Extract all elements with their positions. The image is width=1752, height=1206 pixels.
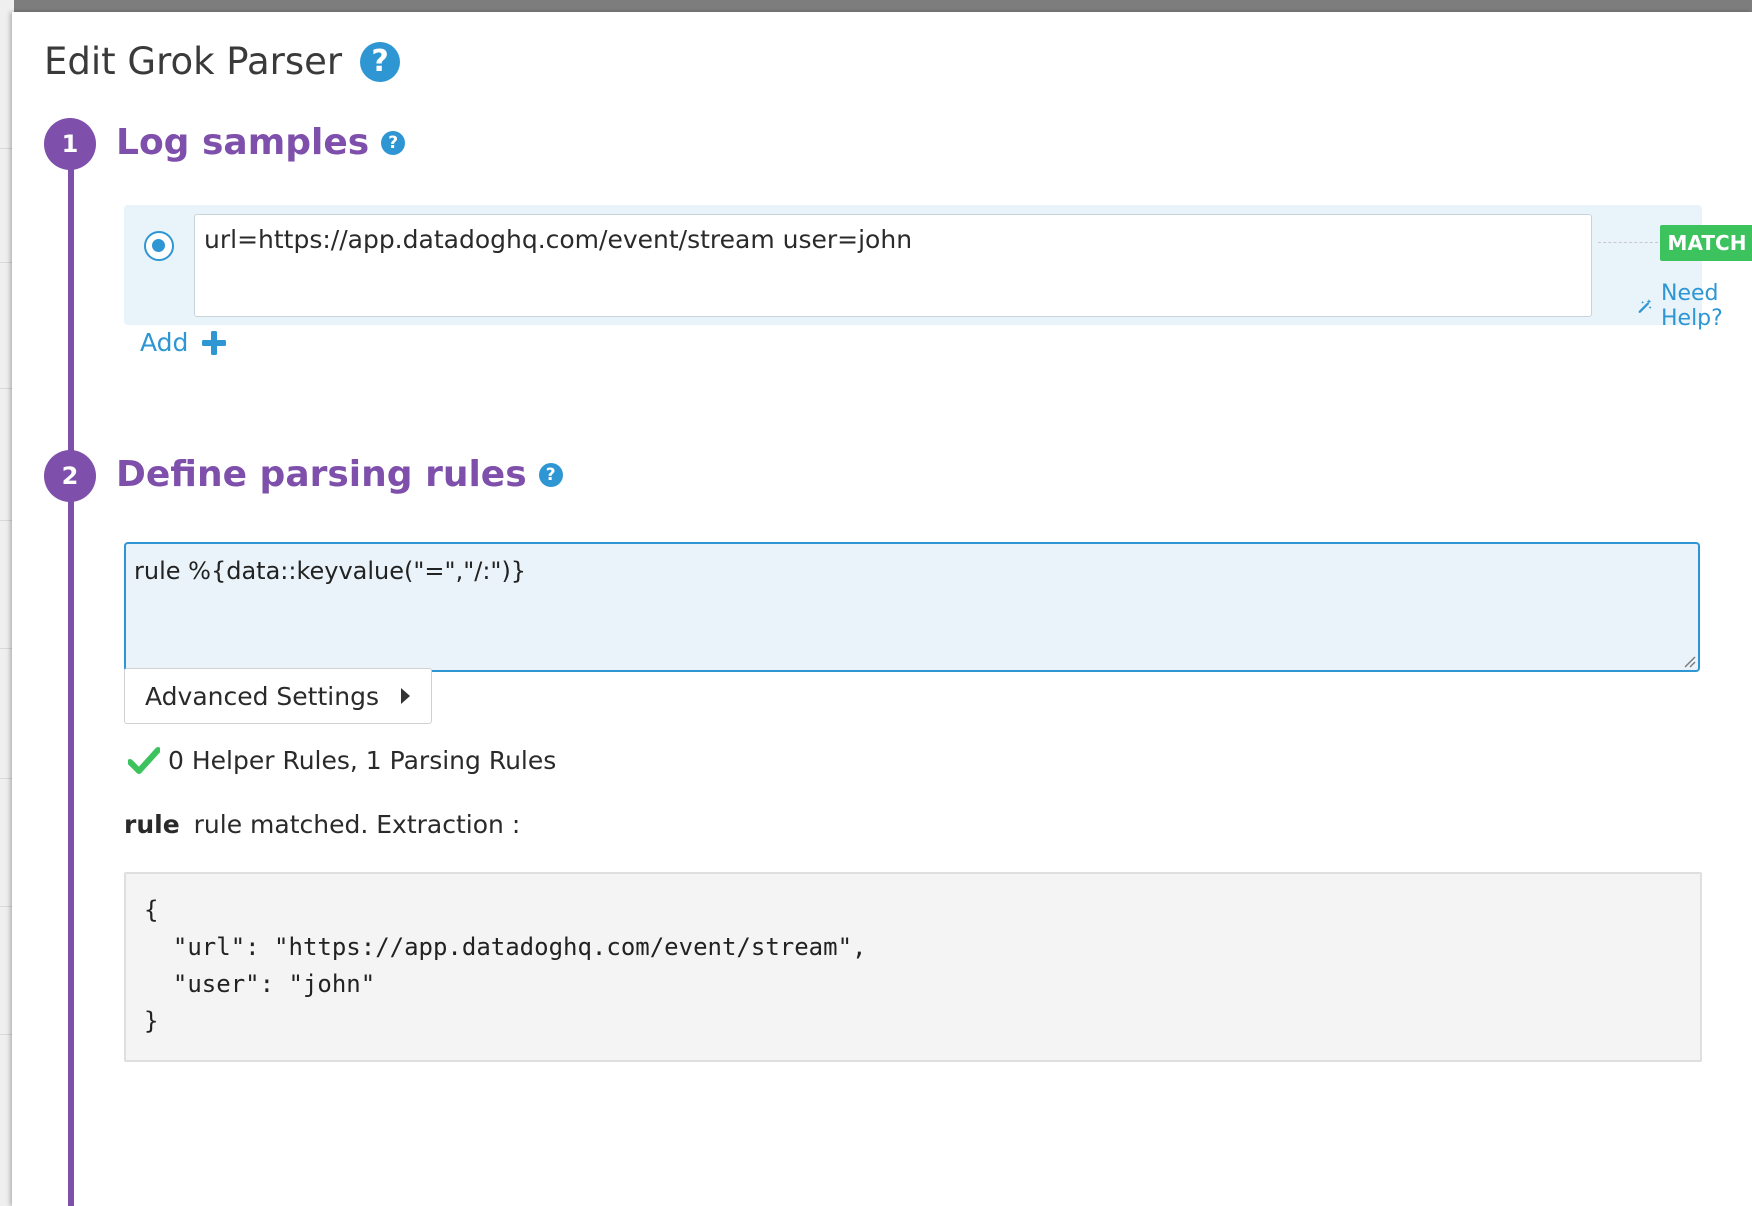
need-help-link[interactable]: Need Help? <box>1638 281 1734 331</box>
sample-radio-button[interactable] <box>144 231 174 261</box>
step-1-title: Log samples <box>116 122 370 163</box>
log-sample-row: url=https://app.datadoghq.com/event/stre… <box>124 205 1752 331</box>
modal-title: Edit Grok Parser <box>44 40 343 83</box>
parsing-rules-editor[interactable]: rule %{data::keyvalue("=","/:")} <box>124 542 1700 672</box>
radio-dot <box>152 239 165 252</box>
step-1-badge: 1 <box>44 118 96 170</box>
step-2-title: Define parsing rules <box>116 454 527 495</box>
caret-right-icon <box>400 688 410 704</box>
help-icon[interactable]: ? <box>381 130 406 155</box>
add-sample-button[interactable]: Add <box>140 328 227 357</box>
need-help-label: Need Help? <box>1660 281 1723 331</box>
steps-timeline <box>68 152 74 1206</box>
step-2-badge: 2 <box>44 450 96 502</box>
resize-handle-icon[interactable] <box>1682 654 1696 668</box>
match-connector <box>1598 242 1658 243</box>
step-2-header: Define parsing rules ? <box>116 454 563 495</box>
extraction-summary: rule rule matched. Extraction : <box>124 810 520 839</box>
rules-status-text: 0 Helper Rules, 1 Parsing Rules <box>168 746 557 775</box>
advanced-settings-button[interactable]: Advanced Settings <box>124 668 432 724</box>
rules-status: 0 Helper Rules, 1 Parsing Rules <box>128 746 556 775</box>
match-status-badge: MATCH <box>1660 225 1752 261</box>
extraction-label: rule matched. Extraction : <box>193 810 521 839</box>
magic-wand-icon <box>1638 299 1652 313</box>
step-1-header: Log samples ? <box>116 122 406 163</box>
add-label: Add <box>140 328 189 357</box>
log-sample-input[interactable]: url=https://app.datadoghq.com/event/stre… <box>194 214 1592 317</box>
edit-grok-parser-modal: Edit Grok Parser ? 1 Log samples ? url=h… <box>12 12 1752 1206</box>
plus-icon <box>202 330 227 355</box>
matched-rule-name: rule <box>124 810 180 839</box>
help-icon[interactable]: ? <box>360 41 401 82</box>
help-icon[interactable]: ? <box>538 462 563 487</box>
checkmark-icon <box>128 746 160 774</box>
advanced-settings-label: Advanced Settings <box>145 681 379 711</box>
extraction-json-output: { "url": "https://app.datadoghq.com/even… <box>124 872 1702 1062</box>
modal-header: Edit Grok Parser ? <box>44 40 401 83</box>
